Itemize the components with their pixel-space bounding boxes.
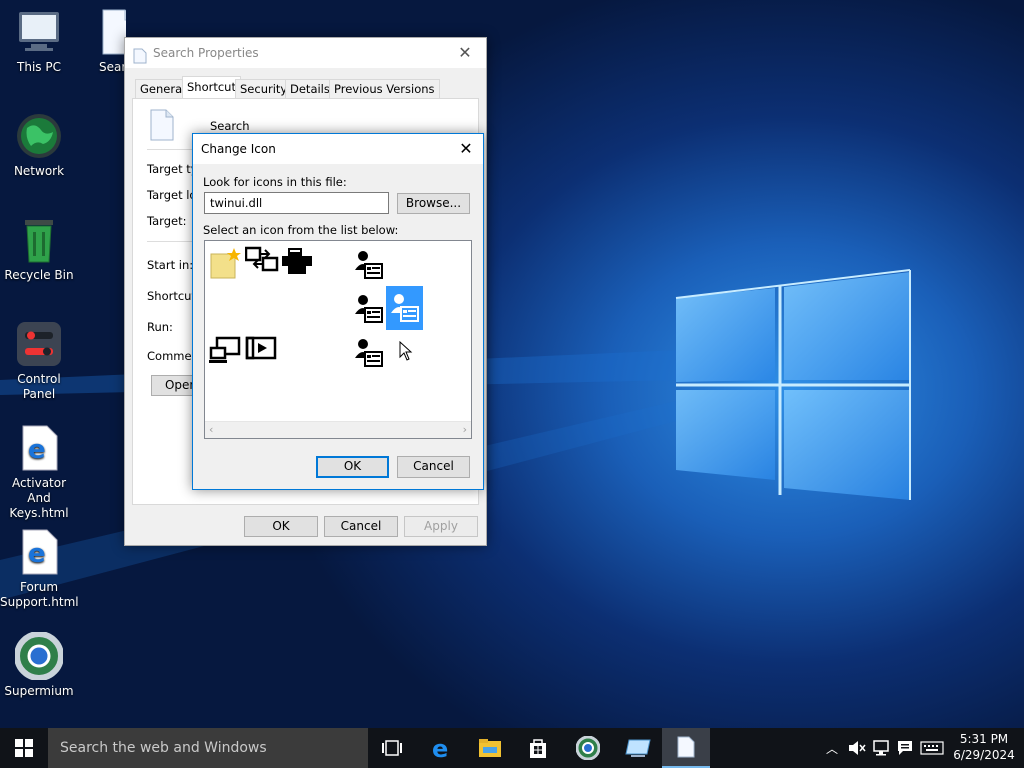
desktop-icon-activator-and-keys[interactable]: e Activator And Keys.html: [0, 424, 78, 521]
svg-text:e: e: [28, 539, 46, 569]
tab-previous-versions[interactable]: Previous Versions: [329, 79, 440, 98]
desktop-icon-network[interactable]: Network: [0, 112, 78, 179]
close-icon[interactable]: ✕: [450, 38, 480, 68]
svg-text:e: e: [432, 736, 448, 760]
windows-logo-icon: [15, 739, 33, 757]
taskbar-search-box[interactable]: Search the web and Windows: [48, 728, 368, 768]
clock-time: 5:31 PM: [959, 732, 1009, 746]
file-icon: [133, 45, 147, 75]
keyboard-icon[interactable]: [920, 741, 944, 758]
action-center-icon[interactable]: [897, 740, 913, 759]
taskbar-clock[interactable]: 5:31 PM 6/29/2024: [950, 731, 1018, 763]
desktop-icon-this-pc[interactable]: This PC: [0, 8, 78, 75]
properties-cancel-button[interactable]: Cancel: [324, 516, 398, 537]
close-icon[interactable]: ✕: [451, 134, 481, 164]
store-icon[interactable]: [514, 728, 562, 768]
icon-file-input[interactable]: twinui.dll: [204, 192, 389, 214]
properties-titlebar: Search Properties ✕: [125, 38, 486, 68]
tab-security[interactable]: Security: [235, 79, 293, 98]
change-icon-dialog: Change Icon ✕ Look for icons in this fil…: [192, 133, 484, 490]
desktop-icon-label: Searc: [99, 60, 126, 74]
field-label: Run:: [147, 320, 173, 334]
connect-device-icon[interactable]: [209, 334, 243, 369]
network-icon[interactable]: [872, 740, 890, 759]
scroll-left-icon[interactable]: ‹: [209, 423, 213, 436]
edge-file-icon: e: [15, 424, 63, 472]
icon-list[interactable]: ‹ ›: [204, 240, 472, 439]
horizontal-scrollbar[interactable]: ‹ ›: [205, 421, 471, 438]
tab-details[interactable]: Details: [285, 79, 335, 98]
properties-tabs: General Shortcut Security Details Previo…: [135, 76, 475, 98]
browser-icon: [14, 631, 64, 681]
properties-apply-button[interactable]: Apply: [404, 516, 478, 537]
printer-icon[interactable]: [280, 246, 314, 279]
project-icon[interactable]: [245, 334, 279, 367]
volume-muted-icon[interactable]: [848, 740, 866, 759]
remote-desktop-icon[interactable]: [614, 728, 662, 768]
user-card-icon[interactable]: [353, 292, 385, 327]
recycle-bin-icon: [15, 216, 63, 264]
user-card-icon: [389, 291, 421, 326]
start-button[interactable]: [0, 728, 48, 768]
desktop-icon-control-panel[interactable]: Control Panel: [0, 320, 78, 402]
edge-file-icon: e: [15, 528, 63, 576]
properties-ok-button[interactable]: OK: [244, 516, 318, 537]
globe-icon: [15, 112, 63, 160]
look-for-icons-label: Look for icons in this file:: [203, 175, 347, 189]
selected-icon-cell[interactable]: [386, 286, 423, 330]
user-card-icon[interactable]: [353, 336, 385, 371]
new-folder-icon[interactable]: [209, 246, 241, 283]
select-icon-label: Select an icon from the list below:: [203, 223, 399, 237]
change-icon-titlebar: Change Icon ✕: [193, 134, 483, 164]
desktop-icon-label: Recycle Bin: [4, 268, 74, 282]
edge-icon[interactable]: e: [418, 728, 466, 768]
properties-title: Search Properties: [153, 46, 259, 60]
user-card-icon[interactable]: [353, 248, 385, 283]
svg-text:e: e: [28, 435, 46, 465]
desktop-icon-label: Activator And Keys.html: [9, 476, 69, 520]
desktop-icon-recycle-bin[interactable]: Recycle Bin: [0, 216, 78, 283]
desktop-icon-supermium[interactable]: Supermium: [0, 631, 78, 699]
control-panel-icon: [15, 320, 63, 368]
taskbar-properties-window[interactable]: [662, 728, 710, 768]
desktop-icon-label: Network: [13, 164, 65, 178]
browse-button[interactable]: Browse...: [397, 193, 470, 214]
field-label: Start in:: [147, 258, 194, 272]
desktop-icon-label: This PC: [17, 60, 61, 74]
shortcut-file-name: Search: [210, 119, 250, 133]
taskbar: Search the web and Windows e ︿ 5:31 PM 6…: [0, 728, 1024, 768]
clock-date: 6/29/2024: [953, 748, 1015, 762]
switch-windows-icon[interactable]: [244, 246, 279, 279]
field-label: Target:: [147, 214, 187, 228]
show-hidden-icons-chevron-icon[interactable]: ︿: [826, 740, 838, 757]
scroll-right-icon[interactable]: ›: [463, 423, 467, 436]
change-icon-cancel-button[interactable]: Cancel: [397, 456, 470, 478]
file-icon: [99, 8, 126, 56]
desktop-icon-search-file[interactable]: Searc: [78, 8, 126, 75]
tab-shortcut[interactable]: Shortcut: [182, 76, 241, 98]
desktop-icon-label: Forum Support.html: [0, 580, 79, 609]
change-icon-title: Change Icon: [201, 142, 276, 156]
desktop-icon-label: Control Panel: [17, 372, 61, 401]
file-icon: [677, 736, 695, 758]
browser-icon[interactable]: [564, 728, 612, 768]
desktop-icon-label: Supermium: [4, 684, 74, 698]
change-icon-ok-button[interactable]: OK: [316, 456, 389, 478]
mouse-cursor-icon: [399, 340, 413, 364]
computer-icon: [15, 8, 63, 56]
desktop-icon-forum-support[interactable]: e Forum Support.html: [0, 528, 79, 610]
task-view-icon[interactable]: [368, 728, 416, 768]
file-explorer-icon[interactable]: [466, 728, 514, 768]
file-icon: [149, 109, 175, 144]
